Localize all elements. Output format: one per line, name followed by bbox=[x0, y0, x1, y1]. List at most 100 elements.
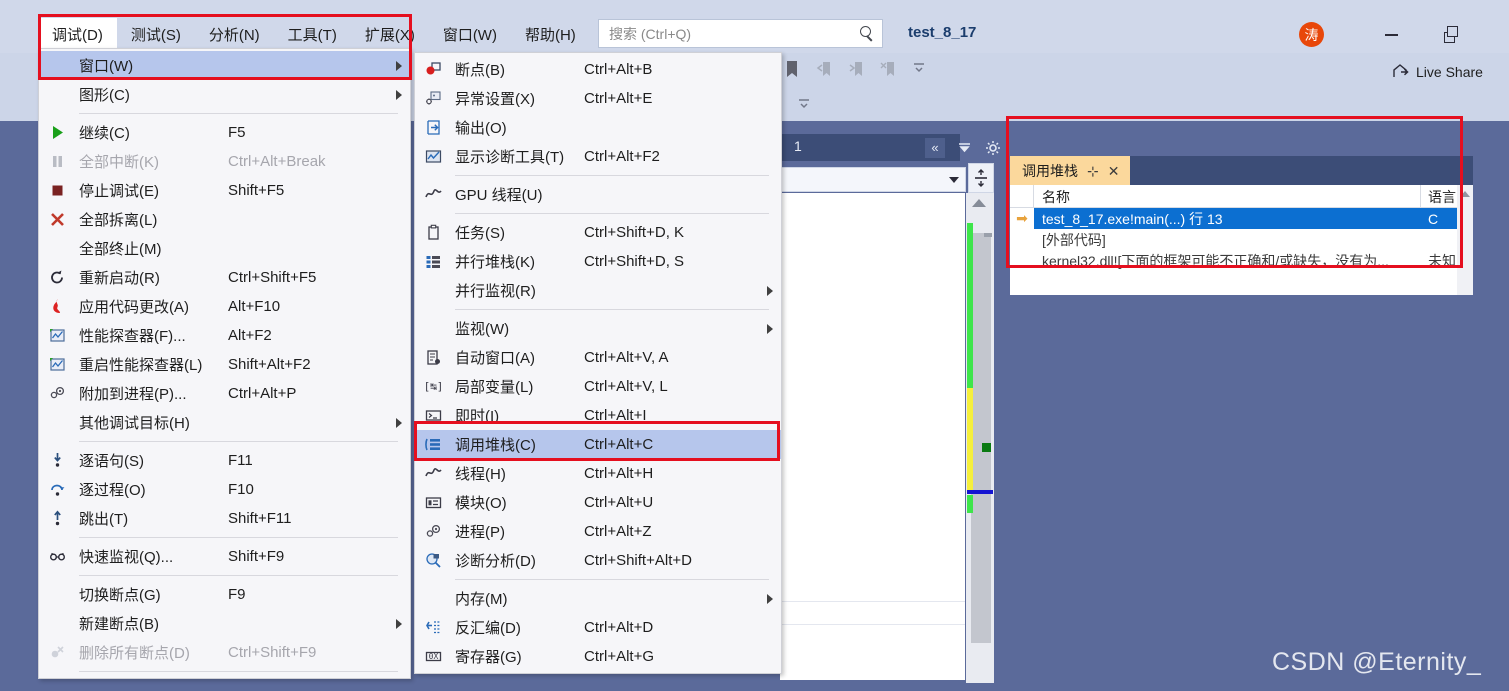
menu-item[interactable]: 0X 寄存器(G) Ctrl+Alt+G bbox=[415, 642, 781, 671]
menu-item[interactable]: 并行堆栈(K) Ctrl+Shift+D, S bbox=[415, 247, 781, 276]
editor-bottom-strip bbox=[780, 601, 965, 625]
search-box[interactable]: 搜索 (Ctrl+Q) bbox=[598, 19, 883, 48]
menu-item[interactable]: 内存(M) bbox=[415, 584, 781, 613]
menu-item-shortcut: Ctrl+Alt+H bbox=[584, 465, 654, 482]
menubar-item-5[interactable]: 窗口(W) bbox=[429, 18, 511, 51]
menu-item[interactable]: 性能探查器(F)... Alt+F2 bbox=[39, 321, 410, 350]
menu-item[interactable]: 全部中断(K) Ctrl+Alt+Break bbox=[39, 147, 410, 176]
menu-item[interactable]: 切换断点(G) F9 bbox=[39, 580, 410, 609]
menu-item-label: 停止调试(E) bbox=[79, 183, 159, 200]
menu-item[interactable]: 并行监视(R) bbox=[415, 276, 781, 305]
detach-icon bbox=[39, 205, 75, 234]
menu-separator bbox=[455, 579, 769, 580]
column-header-name[interactable]: 名称 bbox=[1034, 185, 1421, 207]
step-into-icon bbox=[39, 446, 75, 475]
search-icon bbox=[858, 25, 876, 43]
menu-item[interactable]: 即时(I) Ctrl+Alt+I bbox=[415, 401, 781, 430]
menu-item[interactable]: 线程(H) Ctrl+Alt+H bbox=[415, 459, 781, 488]
menu-item[interactable]: 重启性能探查器(L) Shift+Alt+F2 bbox=[39, 350, 410, 379]
menu-item-label: 自动窗口(A) bbox=[455, 350, 535, 367]
settings-gear-icon[interactable] bbox=[983, 138, 1003, 158]
submenu-arrow-icon bbox=[767, 593, 773, 604]
menu-item[interactable]: 窗口(W) bbox=[39, 51, 410, 80]
split-editor-button[interactable] bbox=[968, 163, 994, 193]
menu-item-label: 跳出(T) bbox=[79, 511, 129, 528]
menu-item[interactable]: 删除所有断点(D) Ctrl+Shift+F9 bbox=[39, 638, 410, 667]
menu-item-shortcut: Ctrl+Alt+Z bbox=[584, 523, 652, 540]
search-input[interactable]: 搜索 (Ctrl+Q) bbox=[609, 24, 858, 44]
avatar[interactable]: 涛 bbox=[1299, 22, 1324, 47]
registers-icon: 0X bbox=[415, 642, 451, 671]
pin-icon[interactable]: ⊹ bbox=[1087, 164, 1099, 178]
menu-item[interactable]: 全部拆离(L) bbox=[39, 205, 410, 234]
menubar-item-4[interactable]: 扩展(X) bbox=[351, 18, 429, 51]
call-stack-tab[interactable]: 调用堆栈 ⊹ ✕ bbox=[1010, 156, 1131, 185]
call-stack-row[interactable]: [外部代码] bbox=[1010, 229, 1473, 250]
menu-bar: 调试(D) 测试(S) 分析(N) 工具(T) 扩展(X) 窗口(W) 帮助(H) bbox=[38, 17, 590, 51]
menu-item[interactable]: 继续(C) F5 bbox=[39, 118, 410, 147]
menu-item-label: 断点(B) bbox=[455, 62, 505, 79]
menu-item[interactable]: 显示诊断工具(T) Ctrl+Alt+F2 bbox=[415, 142, 781, 171]
collapse-tabs-button[interactable]: « bbox=[925, 137, 945, 158]
call-stack-scrollbar[interactable] bbox=[1457, 185, 1473, 295]
menubar-item-0[interactable]: 调试(D) bbox=[38, 17, 117, 51]
menu-item[interactable]: 应用代码更改(A) Alt+F10 bbox=[39, 292, 410, 321]
menu-item-shortcut: Shift+Alt+F2 bbox=[228, 356, 311, 373]
menu-item-label: 新建断点(B) bbox=[79, 616, 159, 633]
menu-item[interactable]: 断点(B) Ctrl+Alt+B bbox=[415, 55, 781, 84]
menu-item[interactable]: 重新启动(R) Ctrl+Shift+F5 bbox=[39, 263, 410, 292]
menu-item[interactable]: 其他调试目标(H) bbox=[39, 408, 410, 437]
tab-list-dropdown-icon[interactable] bbox=[954, 138, 974, 158]
live-share-button[interactable]: Live Share bbox=[1393, 64, 1483, 80]
close-icon[interactable]: ✕ bbox=[1108, 164, 1120, 178]
menu-item[interactable]: 新建断点(B) bbox=[39, 609, 410, 638]
menu-item[interactable]: 快速监视(Q)... Shift+F9 bbox=[39, 542, 410, 571]
menu-item[interactable]: 停止调试(E) Shift+F5 bbox=[39, 176, 410, 205]
menu-item[interactable]: 进程(P) Ctrl+Alt+Z bbox=[415, 517, 781, 546]
menu-item[interactable]: 图形(C) bbox=[39, 80, 410, 109]
menu-item[interactable]: 输出(O) bbox=[415, 113, 781, 142]
menubar-item-6[interactable]: 帮助(H) bbox=[511, 18, 590, 51]
menubar-item-2[interactable]: 分析(N) bbox=[195, 18, 274, 51]
scroll-up-arrow-icon[interactable] bbox=[972, 199, 986, 207]
minimize-button[interactable] bbox=[1378, 22, 1404, 48]
menu-item-icon-empty bbox=[39, 80, 75, 109]
restore-button[interactable] bbox=[1438, 22, 1464, 48]
menu-item-icon-empty bbox=[39, 580, 75, 609]
step-out-icon bbox=[39, 504, 75, 533]
menu-item[interactable]: 全部终止(M) bbox=[39, 234, 410, 263]
menubar-item-1[interactable]: 测试(S) bbox=[117, 18, 195, 51]
call-stack-row[interactable]: ➡ test_8_17.exe!main(...) 行 13 C bbox=[1010, 208, 1473, 229]
call-stack-row[interactable]: kernel32.dll![下面的框架可能不正确和/或缺失，没有为... 未知 bbox=[1010, 250, 1473, 271]
menu-item[interactable]: 逐语句(S) F11 bbox=[39, 446, 410, 475]
menu-item[interactable]: 监视(W) bbox=[415, 314, 781, 343]
editor-navigation-bar[interactable] bbox=[780, 167, 966, 192]
editor-tabstrip-buttons: « bbox=[925, 134, 1003, 161]
menu-item[interactable]: 调用堆栈(C) Ctrl+Alt+C bbox=[415, 430, 781, 459]
profiler-icon bbox=[39, 321, 75, 350]
call-stack-scroll-up-icon[interactable] bbox=[1460, 191, 1470, 197]
menu-item[interactable]: 反汇编(D) Ctrl+Alt+D bbox=[415, 613, 781, 642]
menu-item[interactable]: 附加到进程(P)... Ctrl+Alt+P bbox=[39, 379, 410, 408]
menu-item[interactable]: GPU 线程(U) bbox=[415, 180, 781, 209]
menu-item-label: 全部拆离(L) bbox=[79, 212, 158, 229]
menu-item[interactable]: 逐过程(O) F10 bbox=[39, 475, 410, 504]
menubar-item-3[interactable]: 工具(T) bbox=[274, 18, 351, 51]
menu-item[interactable]: 任务(S) Ctrl+Shift+D, K bbox=[415, 218, 781, 247]
toolbar-overflow2-icon[interactable] bbox=[797, 96, 815, 114]
menu-item[interactable]: [↹] 局部变量(L) Ctrl+Alt+V, L bbox=[415, 372, 781, 401]
menu-item[interactable]: 自动窗口(A) Ctrl+Alt+V, A bbox=[415, 343, 781, 372]
menu-item-label: 即时(I) bbox=[455, 408, 500, 425]
menu-item[interactable]: 模块(O) Ctrl+Alt+U bbox=[415, 488, 781, 517]
clear-bookmarks-icon[interactable] bbox=[880, 60, 898, 78]
next-bookmark-icon[interactable] bbox=[848, 60, 866, 78]
toolbar-overflow-icon[interactable] bbox=[912, 60, 930, 78]
menu-item[interactable]: 诊断分析(D) Ctrl+Shift+Alt+D bbox=[415, 546, 781, 575]
previous-bookmark-icon[interactable] bbox=[816, 60, 834, 78]
menu-item[interactable]: 跳出(T) Shift+F11 bbox=[39, 504, 410, 533]
menu-item[interactable]: 异常设置(X) Ctrl+Alt+E bbox=[415, 84, 781, 113]
menu-item-label: 窗口(W) bbox=[79, 58, 134, 75]
bookmark-icon[interactable] bbox=[784, 60, 802, 78]
editor-scrollbar-thumb[interactable] bbox=[971, 233, 991, 643]
menu-item-label: 重新启动(R) bbox=[79, 270, 160, 287]
